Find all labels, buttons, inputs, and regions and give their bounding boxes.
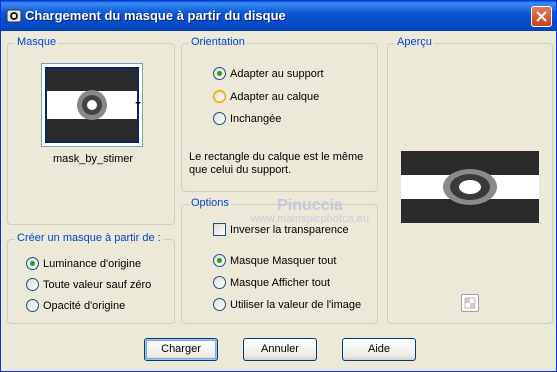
- invert-transparency-checkbox[interactable]: Inverser la transparence: [213, 223, 349, 236]
- radio-dot: [213, 254, 226, 267]
- checker-icon: [464, 297, 476, 309]
- radio-fit-support[interactable]: Adapter au support: [213, 67, 324, 80]
- radio-dot: [26, 257, 39, 270]
- radio-unchanged[interactable]: Inchangée: [213, 112, 281, 125]
- radio-label: Adapter au support: [230, 67, 324, 80]
- radio-image-value[interactable]: Utiliser la valeur de l'image: [213, 298, 361, 311]
- radio-dot: [26, 299, 39, 312]
- radio-hide-all[interactable]: Masque Masquer tout: [213, 254, 336, 267]
- load-button[interactable]: Charger: [144, 338, 218, 361]
- radio-label: Adapter au calque: [230, 90, 320, 103]
- radio-label: Masque Afficher tout: [230, 276, 331, 289]
- checkbox-label: Inverser la transparence: [230, 223, 349, 236]
- radio-dot: [213, 276, 226, 289]
- radio-dot: [213, 67, 226, 80]
- radio-label: Utiliser la valeur de l'image: [230, 298, 362, 311]
- orientation-group-label: Orientation: [189, 36, 247, 48]
- radio-dot: [213, 90, 226, 103]
- mask-selector[interactable]: [41, 63, 143, 147]
- checkbox-box: [213, 223, 226, 236]
- radio-opacity[interactable]: Opacité d'origine: [26, 299, 125, 312]
- preview-toggle-button[interactable]: [461, 294, 479, 312]
- radio-label: Inchangée: [230, 112, 282, 125]
- close-icon: [536, 11, 547, 22]
- cancel-button[interactable]: Annuler: [243, 338, 317, 361]
- app-icon: [6, 9, 22, 23]
- radio-dot: [213, 112, 226, 125]
- dialog-window: Chargement du masque à partir du disque …: [0, 0, 557, 372]
- radio-show-all[interactable]: Masque Afficher tout: [213, 276, 330, 289]
- radio-nonzero[interactable]: Toute valeur sauf zéro: [26, 278, 151, 291]
- chevron-down-icon[interactable]: [135, 102, 141, 105]
- preview-group-label: Aperçu: [395, 36, 434, 48]
- orientation-note: Le rectangle du calque est le même que c…: [189, 151, 364, 176]
- mask-thumbnail: [47, 69, 137, 141]
- create-from-group-label: Créer un masque à partir de :: [15, 232, 163, 244]
- close-button[interactable]: [531, 6, 552, 27]
- mask-name: mask_by_stimer: [53, 153, 134, 165]
- window-title: Chargement du masque à partir du disque: [25, 8, 286, 23]
- radio-label: Masque Masquer tout: [230, 254, 337, 267]
- radio-dot: [213, 298, 226, 311]
- mask-group-label: Masque: [15, 36, 59, 48]
- radio-fit-layer[interactable]: Adapter au calque: [213, 90, 319, 103]
- radio-label: Toute valeur sauf zéro: [43, 278, 152, 291]
- radio-label: Opacité d'origine: [43, 299, 126, 312]
- radio-label: Luminance d'origine: [43, 257, 142, 270]
- title-bar[interactable]: Chargement du masque à partir du disque: [1, 1, 556, 31]
- preview-image: [401, 151, 539, 223]
- radio-dot: [26, 278, 39, 291]
- help-button[interactable]: Aide: [342, 338, 416, 361]
- options-group-label: Options: [189, 197, 231, 209]
- preview-canvas: [401, 151, 539, 223]
- radio-luminance[interactable]: Luminance d'origine: [26, 257, 141, 270]
